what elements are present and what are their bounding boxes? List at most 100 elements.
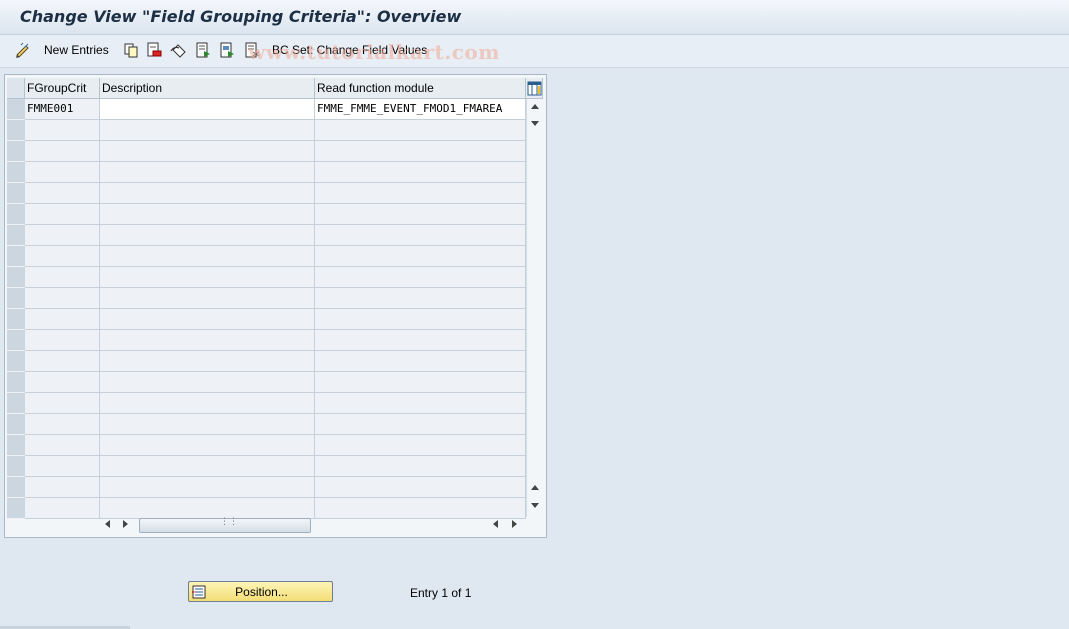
deselect-all-icon[interactable] bbox=[244, 40, 260, 60]
fgroupcrit-cell[interactable] bbox=[25, 204, 100, 225]
fgroupcrit-cell[interactable] bbox=[25, 435, 100, 456]
fgroupcrit-cell[interactable] bbox=[25, 309, 100, 330]
fgroupcrit-cell[interactable] bbox=[25, 330, 100, 351]
fgroupcrit-cell[interactable] bbox=[25, 393, 100, 414]
row-selector[interactable] bbox=[7, 477, 26, 498]
description-cell[interactable] bbox=[100, 162, 315, 183]
undo-icon[interactable] bbox=[170, 40, 188, 60]
select-all-rows-header[interactable] bbox=[7, 78, 25, 99]
read-function-module-cell[interactable] bbox=[315, 309, 526, 330]
read-function-module-cell[interactable] bbox=[315, 393, 526, 414]
column-header-fgroupcrit[interactable]: FGroupCrit bbox=[25, 78, 100, 99]
row-selector[interactable] bbox=[7, 414, 26, 435]
fgroupcrit-cell[interactable] bbox=[25, 141, 100, 162]
table-settings-icon[interactable] bbox=[526, 78, 543, 99]
scroll-down-bottom-icon[interactable] bbox=[531, 503, 539, 508]
read-function-module-cell[interactable] bbox=[315, 288, 526, 309]
description-cell[interactable] bbox=[100, 183, 315, 204]
read-function-module-cell[interactable] bbox=[315, 162, 526, 183]
description-cell[interactable] bbox=[100, 351, 315, 372]
read-function-module-cell[interactable] bbox=[315, 372, 526, 393]
description-cell[interactable] bbox=[100, 309, 315, 330]
description-cell[interactable] bbox=[100, 288, 315, 309]
row-selector[interactable] bbox=[7, 267, 26, 288]
description-cell[interactable] bbox=[100, 477, 315, 498]
row-selector[interactable] bbox=[7, 120, 26, 141]
row-selector[interactable] bbox=[7, 309, 26, 330]
fgroupcrit-cell[interactable] bbox=[25, 372, 100, 393]
fgroupcrit-cell[interactable] bbox=[25, 351, 100, 372]
scroll-right-end-icon[interactable] bbox=[512, 520, 517, 528]
new-entries-button[interactable]: New Entries bbox=[44, 40, 109, 60]
row-selector[interactable] bbox=[7, 435, 26, 456]
description-cell[interactable] bbox=[100, 267, 315, 288]
vertical-scrollbar[interactable] bbox=[526, 99, 544, 517]
read-function-module-cell[interactable] bbox=[315, 141, 526, 162]
read-function-module-cell[interactable] bbox=[315, 267, 526, 288]
fgroupcrit-cell[interactable] bbox=[25, 288, 100, 309]
read-function-module-cell[interactable] bbox=[315, 246, 526, 267]
fgroupcrit-cell[interactable] bbox=[25, 246, 100, 267]
row-selector[interactable] bbox=[7, 141, 26, 162]
bc-set-change-field-values-button[interactable]: BC Set: Change Field Values bbox=[272, 40, 427, 60]
scroll-down-top-icon[interactable] bbox=[531, 121, 539, 126]
scroll-up-top-icon[interactable] bbox=[531, 104, 539, 109]
read-function-module-cell[interactable] bbox=[315, 183, 526, 204]
description-cell[interactable] bbox=[100, 456, 315, 477]
read-function-module-cell[interactable] bbox=[315, 498, 526, 519]
fgroupcrit-cell[interactable]: FMME001 bbox=[25, 99, 100, 120]
row-selector[interactable] bbox=[7, 393, 26, 414]
fgroupcrit-cell[interactable] bbox=[25, 120, 100, 141]
row-selector[interactable] bbox=[7, 204, 26, 225]
read-function-module-cell[interactable] bbox=[315, 435, 526, 456]
read-function-module-cell[interactable] bbox=[315, 120, 526, 141]
read-function-module-cell[interactable] bbox=[315, 225, 526, 246]
row-selector[interactable] bbox=[7, 372, 26, 393]
scroll-left-end-icon[interactable] bbox=[493, 520, 498, 528]
description-cell[interactable] bbox=[100, 225, 315, 246]
fgroupcrit-cell[interactable] bbox=[25, 498, 100, 519]
column-header-description[interactable]: Description bbox=[100, 78, 315, 99]
fgroupcrit-cell[interactable] bbox=[25, 267, 100, 288]
fgroupcrit-cell[interactable] bbox=[25, 183, 100, 204]
edit-pencil-icon[interactable] bbox=[14, 40, 32, 60]
description-cell[interactable] bbox=[100, 498, 315, 519]
fgroupcrit-cell[interactable] bbox=[25, 477, 100, 498]
row-selector[interactable] bbox=[7, 246, 26, 267]
row-selector[interactable] bbox=[7, 498, 26, 519]
description-cell[interactable] bbox=[100, 393, 315, 414]
description-cell[interactable] bbox=[100, 204, 315, 225]
row-selector[interactable] bbox=[7, 225, 26, 246]
description-cell[interactable] bbox=[100, 99, 315, 120]
read-function-module-cell[interactable] bbox=[315, 477, 526, 498]
description-cell[interactable] bbox=[100, 372, 315, 393]
fgroupcrit-cell[interactable] bbox=[25, 456, 100, 477]
fgroupcrit-cell[interactable] bbox=[25, 225, 100, 246]
row-selector[interactable] bbox=[7, 330, 26, 351]
description-cell[interactable] bbox=[100, 141, 315, 162]
copy-icon[interactable] bbox=[123, 40, 139, 60]
read-function-module-cell[interactable] bbox=[315, 351, 526, 372]
scroll-right-icon[interactable] bbox=[123, 520, 128, 528]
horizontal-scroll-thumb[interactable]: ⋮⋮ bbox=[139, 517, 311, 533]
row-selector[interactable] bbox=[7, 351, 26, 372]
description-cell[interactable] bbox=[100, 330, 315, 351]
scroll-left-icon[interactable] bbox=[105, 520, 110, 528]
description-cell[interactable] bbox=[100, 435, 315, 456]
read-function-module-cell[interactable] bbox=[315, 414, 526, 435]
scroll-up-bottom-icon[interactable] bbox=[531, 485, 539, 490]
read-function-module-cell[interactable]: FMME_FMME_EVENT_FMOD1_FMAREA bbox=[315, 99, 526, 120]
read-function-module-cell[interactable] bbox=[315, 330, 526, 351]
delete-icon[interactable] bbox=[146, 40, 162, 60]
row-selector[interactable] bbox=[7, 162, 26, 183]
read-function-module-cell[interactable] bbox=[315, 204, 526, 225]
row-selector[interactable] bbox=[7, 99, 26, 120]
description-cell[interactable] bbox=[100, 414, 315, 435]
fgroupcrit-cell[interactable] bbox=[25, 414, 100, 435]
select-block-icon[interactable] bbox=[219, 40, 235, 60]
read-function-module-cell[interactable] bbox=[315, 456, 526, 477]
description-cell[interactable] bbox=[100, 246, 315, 267]
description-cell[interactable] bbox=[100, 120, 315, 141]
position-button[interactable]: Position... bbox=[188, 581, 333, 602]
column-header-read-function-module[interactable]: Read function module bbox=[315, 78, 526, 99]
